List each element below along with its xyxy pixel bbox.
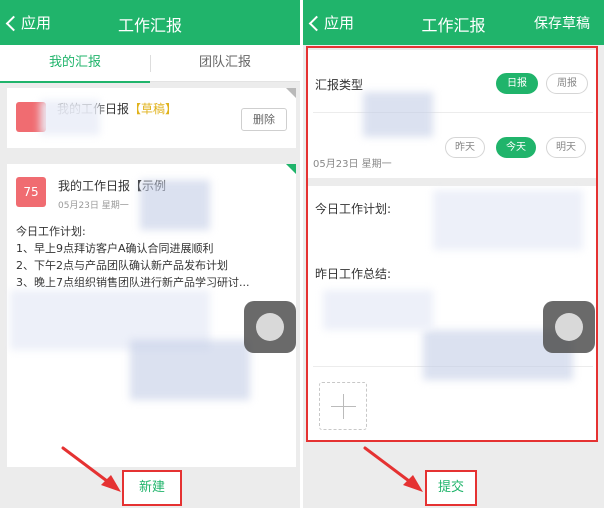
card-corner-marker — [286, 88, 296, 98]
today-plan-field[interactable]: 今日工作计划: — [315, 200, 391, 217]
plan-item: 3、晚上7点组织销售团队进行新产品学习研讨... — [16, 276, 250, 289]
daily-report-option[interactable]: 日报 — [496, 73, 538, 94]
left-header: 应用 工作汇报 — [0, 0, 300, 45]
tab-team-reports[interactable]: 团队汇报 — [150, 45, 300, 82]
annotation-arrow — [61, 446, 121, 492]
new-report-button[interactable]: 新建 — [122, 470, 182, 506]
blur-overlay — [130, 340, 250, 400]
blur-overlay — [40, 100, 100, 135]
page-title: 工作汇报 — [117, 16, 182, 35]
plan-item: 2、下午2点与产品团队确认新产品发布计划 — [16, 259, 228, 272]
right-phone-screen: 应用 工作汇报 保存草稿 汇报类型 日报 周报 05月23日 星期一 昨天 今天… — [303, 0, 604, 508]
delete-button[interactable]: 删除 — [241, 108, 287, 131]
submit-button[interactable]: 提交 — [425, 470, 477, 506]
draft-tag: 【草稿】 — [129, 102, 178, 116]
report-type-label: 汇报类型 — [315, 78, 364, 92]
yesterday-option[interactable]: 昨天 — [445, 137, 485, 158]
blur-overlay — [323, 290, 433, 330]
blur-overlay — [140, 180, 210, 230]
tab-my-reports[interactable]: 我的汇报 — [0, 45, 150, 83]
floating-assistant-button[interactable] — [244, 301, 296, 353]
weekly-report-option[interactable]: 周报 — [546, 73, 588, 94]
avatar: 75 — [16, 177, 46, 207]
tomorrow-option[interactable]: 明天 — [546, 137, 586, 158]
report-date[interactable]: 05月23日 星期一 — [313, 155, 392, 170]
save-draft-button[interactable]: 保存草稿 — [534, 13, 590, 33]
report-date: 05月23日 星期一 — [58, 201, 129, 211]
divider — [313, 112, 593, 113]
floating-assistant-button[interactable] — [543, 301, 595, 353]
report-tabs: 我的汇报 团队汇报 — [0, 45, 300, 83]
card-corner-marker — [286, 164, 296, 174]
plan-item: 1、早上9点拜访客户A确认合同进展顺利 — [16, 242, 214, 255]
add-attachment-button[interactable] — [319, 382, 367, 430]
plan-heading: 今日工作计划: — [16, 225, 86, 238]
left-phone-screen: 应用 工作汇报 我的汇报 团队汇报 我的工作日报【草稿】 删除 75 我的工作日… — [0, 0, 300, 508]
blur-overlay — [433, 190, 583, 250]
yesterday-summary-field[interactable]: 昨日工作总结: — [315, 265, 391, 282]
blur-overlay — [363, 92, 433, 137]
annotation-arrow — [363, 446, 423, 492]
today-option[interactable]: 今天 — [496, 137, 536, 158]
right-header: 应用 工作汇报 保存草稿 — [303, 0, 604, 45]
